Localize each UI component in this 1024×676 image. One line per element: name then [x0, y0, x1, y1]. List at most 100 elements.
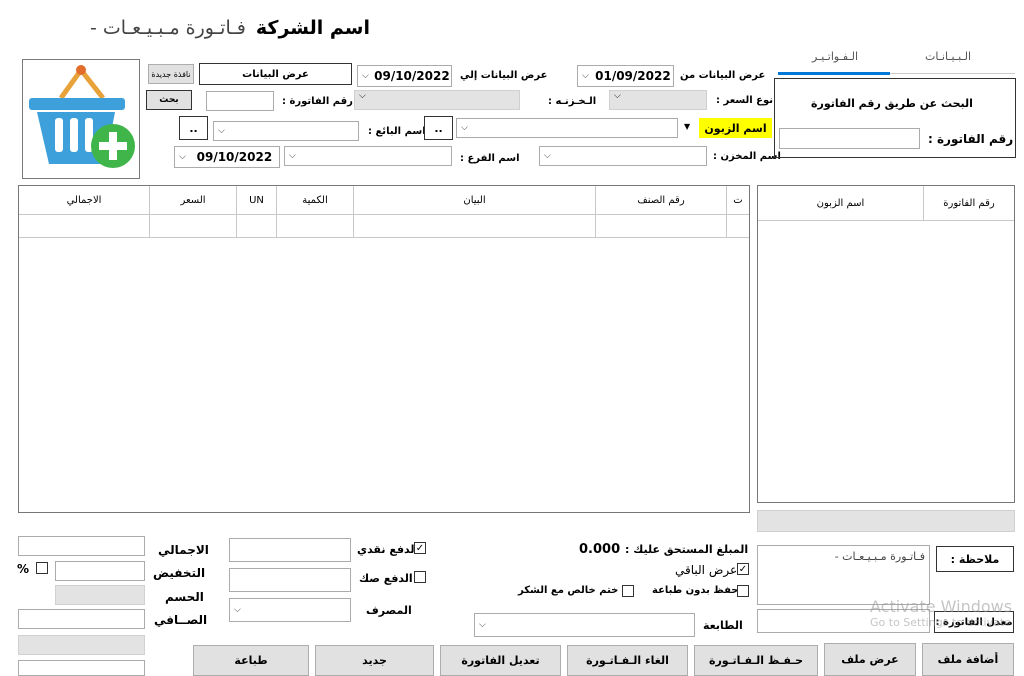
stamp-checkbox[interactable]: [622, 585, 634, 597]
cash-payment-label: الدفع نقدي: [357, 543, 419, 556]
top-left-field[interactable]: [18, 536, 145, 556]
tab-data[interactable]: الـبـيـانـات: [898, 50, 998, 63]
basket-logo: [22, 59, 140, 179]
percent-checkbox[interactable]: [36, 562, 48, 574]
chevron-down-icon: ⌵: [234, 605, 241, 615]
due-amount-value: 0.000: [579, 542, 621, 557]
treasury-label: الـخـزنـه :: [548, 96, 597, 107]
view-file-button[interactable]: عرض ملف: [824, 643, 916, 676]
bank-select[interactable]: ⌵: [229, 598, 351, 622]
discount-percent-input[interactable]: [55, 561, 145, 581]
store-label: اسم المخزن :: [713, 151, 781, 162]
chevron-down-icon: ⌵: [289, 151, 296, 161]
col-total[interactable]: الاجمالي: [19, 186, 150, 215]
cash-amount-input[interactable]: [229, 538, 351, 562]
tab-underline: [778, 72, 890, 75]
table-row[interactable]: [19, 214, 749, 238]
col-price[interactable]: السعر: [149, 186, 237, 215]
seller-select[interactable]: ⌵: [213, 121, 359, 141]
chevron-down-icon: ⌵: [582, 71, 589, 81]
tab-invoices[interactable]: الـفـواتـيـر: [780, 50, 890, 63]
print-button[interactable]: طباعة: [193, 645, 309, 676]
price-type-select[interactable]: ⌵: [609, 90, 707, 110]
discount-label: التخفيض: [153, 566, 206, 580]
customer-dropdown-arrow[interactable]: ▼: [684, 122, 690, 131]
to-date-picker[interactable]: ⌵ 09/10/2022: [357, 65, 452, 87]
invoice-list[interactable]: اسم الزبون رقم الفاتورة: [757, 185, 1015, 503]
note-label: ملاحظة :: [936, 546, 1014, 572]
from-date-picker[interactable]: ⌵ 01/09/2022: [577, 65, 674, 87]
printer-select[interactable]: ⌵: [474, 613, 695, 637]
total-label: الاجمالي: [158, 543, 209, 557]
new-window-button[interactable]: نافذة جديدة: [148, 64, 194, 84]
grid-header-row: الاجمالي السعر UN الكمية البيان رقم الصن…: [19, 186, 749, 215]
cash-payment-checkbox[interactable]: ✓: [414, 542, 426, 554]
activate-windows-watermark: Activate Windows Go to Settings to activ…: [870, 597, 1012, 629]
save-invoice-button[interactable]: حـفـظ الـفـاتـورة: [694, 645, 818, 676]
cheque-payment-label: الدفع صك: [359, 572, 413, 585]
cancel-invoice-button[interactable]: الغاء الـفـاتـورة: [567, 645, 688, 676]
printer-label: الطابعة: [703, 619, 743, 632]
search-invoice-label: رقم الفاتورة :: [928, 132, 1014, 146]
chevron-down-icon: ⌵: [544, 151, 551, 161]
col-invoice-number[interactable]: رقم الفاتورة: [923, 186, 1014, 221]
chevron-down-icon: ⌵: [218, 126, 225, 136]
percent-label: %: [17, 562, 30, 576]
col-customer-name[interactable]: اسم الزبون: [758, 186, 924, 221]
net-label: الصــافي: [154, 613, 208, 627]
col-quantity[interactable]: الكمية: [276, 186, 354, 215]
invoice-date-picker[interactable]: ⌵ 09/10/2022: [174, 146, 280, 168]
bank-label: المصرف: [366, 604, 412, 617]
chevron-down-icon: ⌵: [362, 71, 369, 81]
stamp-label: ختم خالص مع الشكر: [518, 585, 619, 596]
deduction-label: الحسم: [165, 590, 204, 604]
chevron-down-icon: ⌵: [479, 620, 486, 630]
browse-customer-button[interactable]: ..: [424, 116, 453, 140]
store-select[interactable]: ⌵: [539, 146, 707, 166]
col-serial[interactable]: ت: [726, 186, 749, 215]
edit-invoice-button[interactable]: تعديل الفاتورة: [440, 645, 561, 676]
new-button[interactable]: جديد: [315, 645, 434, 676]
invoice-list-status: [757, 510, 1015, 532]
branch-label: اسم الفرع :: [460, 153, 520, 164]
treasury-select[interactable]: ⌵: [354, 90, 520, 110]
save-no-print-checkbox[interactable]: [737, 585, 749, 597]
show-rest-checkbox[interactable]: ✓: [737, 563, 749, 575]
add-file-button[interactable]: أضافة ملف: [922, 643, 1014, 676]
company-name: اسم الشركة: [255, 17, 370, 39]
cheque-amount-input[interactable]: [229, 568, 351, 592]
search-button[interactable]: بحث: [146, 90, 192, 110]
to-date-label: عرض البيانات إلي: [460, 70, 548, 81]
invoice-number-label: رقم الفاتورة :: [282, 96, 353, 107]
col-unit[interactable]: UN: [236, 186, 277, 215]
bottom-left-field[interactable]: [18, 660, 145, 676]
form-title: فـاتـورة مـبـيـعـات -: [89, 17, 246, 39]
note-textarea[interactable]: فـاتـورة مـبـيـعـات -: [757, 545, 930, 605]
cheque-payment-checkbox[interactable]: [414, 571, 426, 583]
deduction-input[interactable]: [18, 609, 145, 629]
branch-select[interactable]: ⌵: [284, 146, 452, 166]
customer-select[interactable]: ⌵: [456, 118, 678, 138]
due-amount-label: المبلغ المستحق عليك :: [625, 543, 749, 556]
net-field: [18, 635, 145, 655]
invoice-number-input[interactable]: [206, 91, 274, 111]
search-panel-title: البحث عن طريق رقم الفاتورة: [811, 97, 973, 110]
col-description[interactable]: البيان: [353, 186, 596, 215]
tab-underline-inactive: [890, 73, 1015, 74]
col-item-number[interactable]: رقم الصنف: [595, 186, 727, 215]
show-rest-label: عرض الباقي: [675, 563, 738, 577]
seller-label: اسم البائع :: [368, 126, 426, 137]
browse-seller-button[interactable]: ..: [179, 116, 208, 140]
watermark-line2: Go to Settings to activate: [870, 616, 1011, 629]
from-date-label: عرض البيانات من: [680, 70, 766, 81]
items-grid[interactable]: الاجمالي السعر UN الكمية البيان رقم الصن…: [18, 185, 750, 513]
search-invoice-input[interactable]: [779, 128, 920, 149]
note-value: فـاتـورة مـبـيـعـات -: [834, 550, 925, 563]
window-title: اسم الشركة فـاتـورة مـبـيـعـات -: [40, 14, 370, 42]
show-data-button[interactable]: عرض البيانات: [199, 63, 352, 85]
save-no-print-label: حفظ بدون طباعة: [652, 585, 739, 596]
customer-label: اسم الزبون: [699, 118, 772, 138]
chevron-down-icon: ⌵: [461, 123, 468, 133]
invoice-list-header: اسم الزبون رقم الفاتورة: [758, 186, 1014, 221]
discount-value-field: [55, 585, 145, 605]
